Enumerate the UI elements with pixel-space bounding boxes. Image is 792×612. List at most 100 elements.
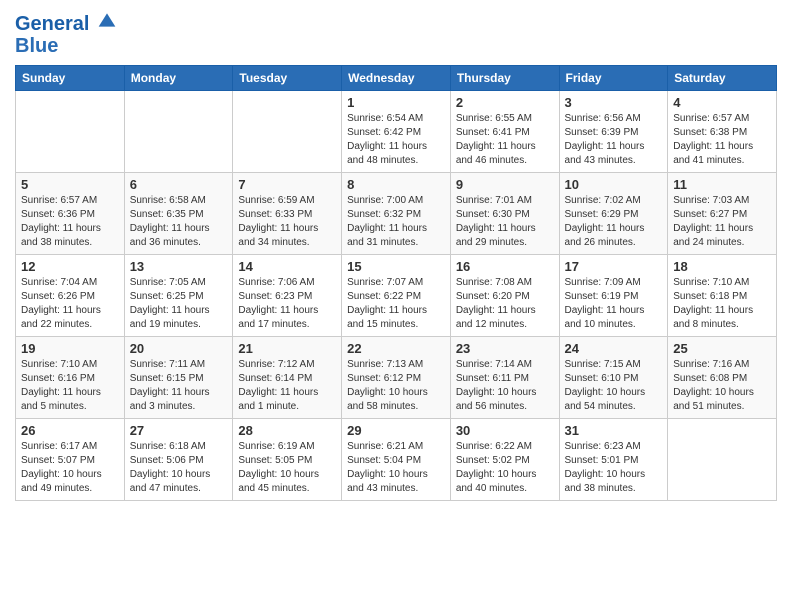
day-info: Sunrise: 6:57 AM Sunset: 6:38 PM Dayligh… [673,112,771,168]
day-info: Sunrise: 7:09 AM Sunset: 6:19 PM Dayligh… [565,276,663,332]
day-number: 16 [456,259,554,274]
calendar-cell: 11 Sunrise: 7:03 AM Sunset: 6:27 PM Dayli… [668,173,777,255]
day-number: 3 [565,95,663,110]
day-number: 26 [21,423,119,438]
day-info: Sunrise: 6:55 AM Sunset: 6:41 PM Dayligh… [456,112,554,168]
day-info: Sunrise: 7:10 AM Sunset: 6:18 PM Dayligh… [673,276,771,332]
calendar-cell: 18 Sunrise: 7:10 AM Sunset: 6:18 PM Dayli… [668,255,777,337]
day-info: Sunrise: 7:10 AM Sunset: 6:16 PM Dayligh… [21,358,119,414]
day-info: Sunrise: 7:00 AM Sunset: 6:32 PM Dayligh… [347,194,445,250]
calendar-cell: 25 Sunrise: 7:16 AM Sunset: 6:08 PM Dayli… [668,337,777,419]
calendar-cell: 31 Sunrise: 6:23 AM Sunset: 5:01 PM Dayli… [559,419,668,501]
day-info: Sunrise: 7:08 AM Sunset: 6:20 PM Dayligh… [456,276,554,332]
day-info: Sunrise: 7:11 AM Sunset: 6:15 PM Dayligh… [130,358,228,414]
day-info: Sunrise: 7:13 AM Sunset: 6:12 PM Dayligh… [347,358,445,414]
day-number: 21 [238,341,336,356]
calendar-cell [668,419,777,501]
logo-text: General [15,10,117,35]
day-info: Sunrise: 7:06 AM Sunset: 6:23 PM Dayligh… [238,276,336,332]
weekday-sunday: Sunday [16,66,125,91]
weekday-header-row: SundayMondayTuesdayWednesdayThursdayFrid… [16,66,777,91]
day-number: 23 [456,341,554,356]
calendar-cell: 20Sunrise: 7:11 AM Sunset: 6:15 PM Dayli… [124,337,233,419]
day-info: Sunrise: 7:07 AM Sunset: 6:22 PM Dayligh… [347,276,445,332]
week-row-1: 1 Sunrise: 6:54 AM Sunset: 6:42 PM Daylig… [16,91,777,173]
day-number: 29 [347,423,445,438]
calendar-cell: 27Sunrise: 6:18 AM Sunset: 5:06 PM Dayli… [124,419,233,501]
day-info: Sunrise: 7:05 AM Sunset: 6:25 PM Dayligh… [130,276,228,332]
weekday-friday: Friday [559,66,668,91]
day-info: Sunrise: 6:22 AM Sunset: 5:02 PM Dayligh… [456,440,554,496]
calendar-cell: 4 Sunrise: 6:57 AM Sunset: 6:38 PM Daylig… [668,91,777,173]
calendar-cell: 3 Sunrise: 6:56 AM Sunset: 6:39 PM Daylig… [559,91,668,173]
weekday-wednesday: Wednesday [342,66,451,91]
day-info: Sunrise: 6:58 AM Sunset: 6:35 PM Dayligh… [130,194,228,250]
calendar-cell: 8Sunrise: 7:00 AM Sunset: 6:32 PM Daylig… [342,173,451,255]
weekday-monday: Monday [124,66,233,91]
day-number: 15 [347,259,445,274]
weekday-thursday: Thursday [450,66,559,91]
day-info: Sunrise: 7:04 AM Sunset: 6:26 PM Dayligh… [21,276,119,332]
day-info: Sunrise: 7:15 AM Sunset: 6:10 PM Dayligh… [565,358,663,414]
day-info: Sunrise: 6:19 AM Sunset: 5:05 PM Dayligh… [238,440,336,496]
calendar-cell [233,91,342,173]
day-number: 10 [565,177,663,192]
day-number: 27 [130,423,228,438]
page-header: General Blue [15,10,777,57]
day-info: Sunrise: 7:16 AM Sunset: 6:08 PM Dayligh… [673,358,771,414]
day-number: 22 [347,341,445,356]
day-number: 30 [456,423,554,438]
day-number: 4 [673,95,771,110]
day-info: Sunrise: 7:12 AM Sunset: 6:14 PM Dayligh… [238,358,336,414]
day-number: 7 [238,177,336,192]
page-container: General Blue SundayMondayTuesdayWednesda… [0,0,792,511]
calendar-cell: 6Sunrise: 6:58 AM Sunset: 6:35 PM Daylig… [124,173,233,255]
day-info: Sunrise: 6:59 AM Sunset: 6:33 PM Dayligh… [238,194,336,250]
logo: General Blue [15,10,117,57]
calendar-cell: 28Sunrise: 6:19 AM Sunset: 5:05 PM Dayli… [233,419,342,501]
day-info: Sunrise: 6:57 AM Sunset: 6:36 PM Dayligh… [21,194,119,250]
week-row-3: 12 Sunrise: 7:04 AM Sunset: 6:26 PM Dayli… [16,255,777,337]
day-number: 13 [130,259,228,274]
calendar-cell: 17 Sunrise: 7:09 AM Sunset: 6:19 PM Dayli… [559,255,668,337]
day-number: 19 [21,341,119,356]
day-info: Sunrise: 7:03 AM Sunset: 6:27 PM Dayligh… [673,194,771,250]
day-number: 11 [673,177,771,192]
day-number: 5 [21,177,119,192]
day-info: Sunrise: 6:21 AM Sunset: 5:04 PM Dayligh… [347,440,445,496]
calendar-cell: 21 Sunrise: 7:12 AM Sunset: 6:14 PM Dayli… [233,337,342,419]
day-number: 9 [456,177,554,192]
calendar-cell: 15 Sunrise: 7:07 AM Sunset: 6:22 PM Dayli… [342,255,451,337]
week-row-4: 19 Sunrise: 7:10 AM Sunset: 6:16 PM Dayli… [16,337,777,419]
calendar-cell: 13 Sunrise: 7:05 AM Sunset: 6:25 PM Dayli… [124,255,233,337]
calendar-cell: 23 Sunrise: 7:14 AM Sunset: 6:11 PM Dayli… [450,337,559,419]
day-number: 17 [565,259,663,274]
logo-icon [97,10,117,30]
day-number: 31 [565,423,663,438]
day-number: 25 [673,341,771,356]
calendar-cell: 22 Sunrise: 7:13 AM Sunset: 6:12 PM Dayli… [342,337,451,419]
day-info: Sunrise: 7:02 AM Sunset: 6:29 PM Dayligh… [565,194,663,250]
logo-text2: Blue [15,35,117,57]
day-number: 18 [673,259,771,274]
day-info: Sunrise: 7:14 AM Sunset: 6:11 PM Dayligh… [456,358,554,414]
calendar-cell: 19 Sunrise: 7:10 AM Sunset: 6:16 PM Dayli… [16,337,125,419]
day-number: 1 [347,95,445,110]
calendar-cell: 5 Sunrise: 6:57 AM Sunset: 6:36 PM Daylig… [16,173,125,255]
day-info: Sunrise: 6:54 AM Sunset: 6:42 PM Dayligh… [347,112,445,168]
calendar-cell: 9 Sunrise: 7:01 AM Sunset: 6:30 PM Daylig… [450,173,559,255]
calendar-cell: 24Sunrise: 7:15 AM Sunset: 6:10 PM Dayli… [559,337,668,419]
weekday-saturday: Saturday [668,66,777,91]
day-info: Sunrise: 6:56 AM Sunset: 6:39 PM Dayligh… [565,112,663,168]
calendar-cell: 14 Sunrise: 7:06 AM Sunset: 6:23 PM Dayli… [233,255,342,337]
day-info: Sunrise: 6:17 AM Sunset: 5:07 PM Dayligh… [21,440,119,496]
calendar-cell: 12 Sunrise: 7:04 AM Sunset: 6:26 PM Dayli… [16,255,125,337]
day-number: 14 [238,259,336,274]
calendar-cell: 30 Sunrise: 6:22 AM Sunset: 5:02 PM Dayli… [450,419,559,501]
day-info: Sunrise: 6:23 AM Sunset: 5:01 PM Dayligh… [565,440,663,496]
calendar-cell [16,91,125,173]
calendar-cell: 10 Sunrise: 7:02 AM Sunset: 6:29 PM Dayli… [559,173,668,255]
calendar-cell: 2Sunrise: 6:55 AM Sunset: 6:41 PM Daylig… [450,91,559,173]
day-info: Sunrise: 7:01 AM Sunset: 6:30 PM Dayligh… [456,194,554,250]
day-number: 12 [21,259,119,274]
